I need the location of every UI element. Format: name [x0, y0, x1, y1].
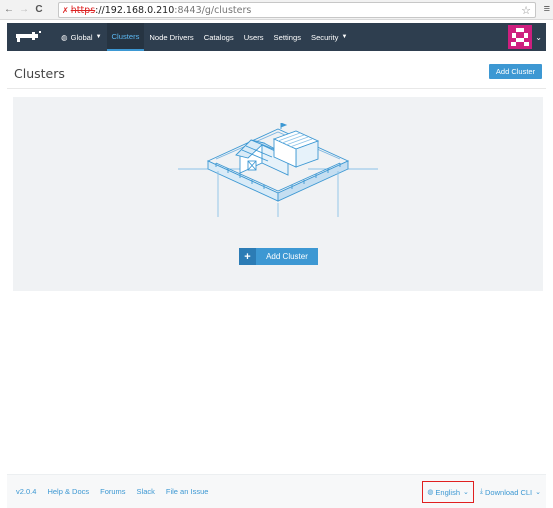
add-cluster-empty-label: Add Cluster	[266, 252, 308, 261]
forward-button[interactable]: →	[18, 3, 30, 17]
reload-button[interactable]: C	[33, 3, 45, 17]
footer-link-forums[interactable]: Forums	[100, 487, 125, 496]
app-header: ◍ Global ▼ Clusters Node Drivers Catalog…	[7, 23, 546, 51]
add-cluster-empty-button[interactable]: + Add Cluster	[239, 248, 318, 265]
footer-right: ◍ English ⌄ ⤓ Download CLI ⌄	[422, 475, 541, 508]
farm-illustration	[178, 123, 378, 217]
globe-icon: ◍	[61, 32, 68, 42]
nav-node-drivers[interactable]: Node Drivers	[144, 23, 198, 51]
nav-catalogs[interactable]: Catalogs	[199, 23, 239, 51]
main-nav: ◍ Global ▼ Clusters Node Drivers Catalog…	[49, 23, 352, 51]
version-link[interactable]: v2.0.4	[16, 487, 36, 496]
language-selector[interactable]: ◍ English ⌄	[422, 481, 474, 503]
nav-global[interactable]: ◍ Global ▼	[49, 23, 107, 51]
plus-icon: +	[239, 248, 256, 265]
chevron-down-icon: ▼	[95, 34, 102, 40]
globe-icon: ◍	[427, 489, 434, 496]
divider	[7, 88, 546, 89]
chevron-down-icon: ⌄	[463, 489, 469, 496]
footer: v2.0.4 Help & Docs Forums Slack File an …	[7, 474, 546, 508]
url-scheme: https	[70, 4, 96, 16]
nav-users[interactable]: Users	[239, 23, 269, 51]
rancher-logo[interactable]	[7, 23, 49, 51]
identicon-icon	[508, 25, 533, 49]
address-bar[interactable]: ✗ https://192.168.0.210:8443/g/clusters …	[58, 2, 536, 18]
nav-clusters[interactable]: Clusters	[106, 23, 145, 51]
url-path: :8443/g/clusters	[174, 4, 252, 16]
language-label: English	[435, 487, 461, 497]
nav-security[interactable]: Security ▼	[306, 23, 352, 51]
nav-settings[interactable]: Settings	[269, 23, 306, 51]
footer-link-file-issue[interactable]: File an Issue	[166, 487, 209, 496]
page-title: Clusters	[14, 66, 65, 81]
back-button[interactable]: ←	[3, 3, 15, 17]
url-host: ://192.168.0.210	[95, 4, 175, 16]
footer-link-help[interactable]: Help & Docs	[47, 487, 89, 496]
chevron-down-icon: ⌄	[535, 32, 542, 42]
nav-security-label: Security	[311, 32, 339, 42]
rancher-cow-icon	[16, 31, 41, 42]
avatar	[508, 25, 533, 49]
bookmark-star-icon[interactable]: ☆	[521, 4, 531, 17]
download-icon: ⤓	[479, 488, 484, 495]
chevron-down-icon: ⌄	[535, 489, 541, 496]
user-menu[interactable]: ⌄	[508, 25, 542, 49]
browser-menu-icon[interactable]: ≡	[544, 3, 550, 15]
download-cli-label: Download CLI	[485, 487, 533, 497]
insecure-lock-icon: ✗	[62, 5, 69, 15]
download-cli-link[interactable]: ⤓ Download CLI ⌄	[480, 488, 541, 497]
add-cluster-button[interactable]: Add Cluster	[489, 64, 542, 79]
chevron-down-icon: ▼	[341, 34, 348, 40]
footer-link-slack[interactable]: Slack	[137, 487, 155, 496]
nav-global-label: Global	[70, 32, 93, 42]
browser-toolbar: ← → C ✗ https://192.168.0.210:8443/g/clu…	[0, 0, 553, 20]
